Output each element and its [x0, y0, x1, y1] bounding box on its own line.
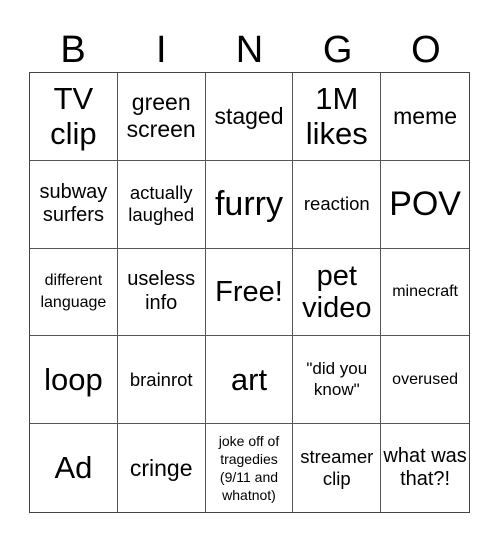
header-letter-i: I	[156, 29, 167, 71]
bingo-cell[interactable]: overused	[381, 336, 469, 425]
bingo-cell[interactable]: POV	[381, 161, 469, 249]
header-letter-g: G	[322, 29, 353, 71]
bingo-cell[interactable]: 1M likes	[293, 73, 382, 161]
header-letter-b: B	[60, 29, 86, 71]
bingo-cell[interactable]: reaction	[293, 160, 382, 249]
bingo-cell[interactable]: subway surfers	[30, 160, 118, 249]
bingo-cell[interactable]: TV clip	[30, 73, 118, 161]
bingo-cell[interactable]: brainrot	[117, 336, 206, 425]
free-space-cell[interactable]: Free!	[205, 248, 294, 337]
bingo-cell[interactable]: joke off of tragedies (9/11 and whatnot)	[206, 424, 294, 512]
bingo-grid: TV clip green screen staged 1M likes mem…	[29, 72, 470, 513]
bingo-cell[interactable]: meme	[381, 73, 469, 161]
bingo-cell[interactable]: minecraft	[381, 249, 469, 337]
bingo-cell[interactable]: what was that?!	[381, 424, 469, 512]
bingo-header: B I N G O	[29, 28, 470, 72]
bingo-cell[interactable]: pet video	[293, 248, 382, 337]
bingo-cell[interactable]: useless info	[117, 248, 206, 337]
bingo-cell[interactable]: Ad	[30, 424, 118, 512]
header-letter-o: O	[411, 29, 441, 71]
bingo-cell[interactable]: different language	[30, 248, 118, 337]
bingo-cell[interactable]: staged	[205, 73, 294, 161]
bingo-cell[interactable]: "did you know"	[293, 336, 382, 425]
bingo-cell[interactable]: art	[205, 336, 294, 425]
bingo-cell[interactable]: streamer clip	[293, 424, 382, 512]
bingo-cell[interactable]: actually laughed	[117, 160, 206, 249]
bingo-cell[interactable]: green screen	[117, 73, 206, 161]
bingo-cell[interactable]: loop	[30, 336, 118, 425]
bingo-cell[interactable]: cringe	[118, 424, 206, 512]
header-letter-n: N	[235, 29, 264, 71]
bingo-cell[interactable]: furry	[205, 160, 294, 249]
